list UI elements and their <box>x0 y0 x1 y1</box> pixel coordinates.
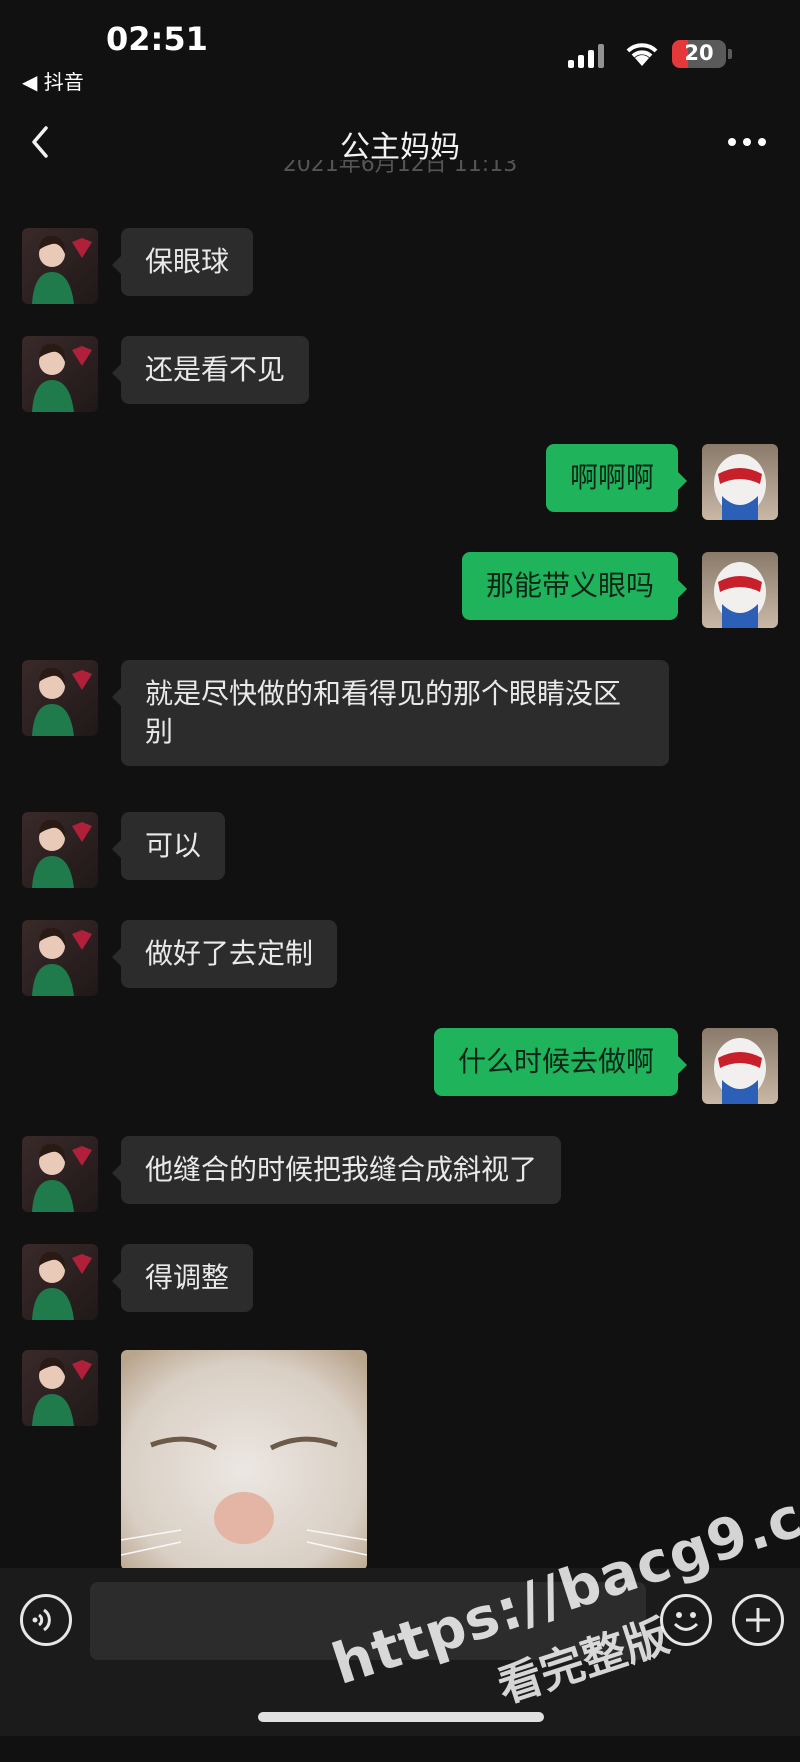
more-options-button[interactable] <box>728 138 768 148</box>
self-avatar[interactable] <box>702 444 778 520</box>
chat-timestamp: 2021年6月12日 11:13 <box>282 160 518 176</box>
signal-icon <box>568 44 608 68</box>
contact-avatar[interactable] <box>22 228 98 304</box>
battery-percent: 20 <box>684 41 714 65</box>
battery-icon: 20 <box>672 40 726 68</box>
wifi-icon <box>626 43 658 66</box>
message-bubble[interactable]: 他缝合的时候把我缝合成斜视了 <box>111 1136 562 1204</box>
contact-avatar[interactable] <box>22 336 98 412</box>
plus-icon[interactable] <box>732 1594 784 1646</box>
status-time: 02:51 <box>106 20 208 58</box>
message-bubble[interactable]: 什么时候去做啊 <box>433 1028 688 1096</box>
message-bubble[interactable]: 保眼球 <box>111 228 254 296</box>
self-avatar[interactable] <box>702 552 778 628</box>
voice-icon[interactable] <box>20 1594 72 1646</box>
contact-avatar[interactable] <box>22 920 98 996</box>
message-bubble[interactable]: 得调整 <box>111 1244 254 1312</box>
message-bubble[interactable]: 可以 <box>111 812 226 880</box>
contact-avatar[interactable] <box>22 1350 98 1426</box>
message-bubble[interactable]: 那能带义眼吗 <box>461 552 688 620</box>
cat-photo <box>121 1350 367 1570</box>
cat-photo-message[interactable] <box>121 1350 367 1570</box>
back-to-app-link[interactable]: ◀ 抖音 <box>22 66 84 95</box>
contact-avatar[interactable] <box>22 812 98 888</box>
home-indicator <box>258 1712 544 1722</box>
self-avatar[interactable] <box>702 1028 778 1104</box>
status-bar: 02:51 ◀ 抖音 20 <box>0 0 800 100</box>
contact-avatar[interactable] <box>22 660 98 736</box>
message-bubble[interactable]: 就是尽快做的和看得见的那个眼睛没区别 <box>112 660 669 766</box>
message-bubble[interactable]: 做好了去定制 <box>111 920 338 988</box>
contact-avatar[interactable] <box>22 1244 98 1320</box>
contact-avatar[interactable] <box>22 1136 98 1212</box>
message-bubble[interactable]: 还是看不见 <box>111 336 310 404</box>
message-bubble[interactable]: 啊啊啊 <box>545 444 688 512</box>
